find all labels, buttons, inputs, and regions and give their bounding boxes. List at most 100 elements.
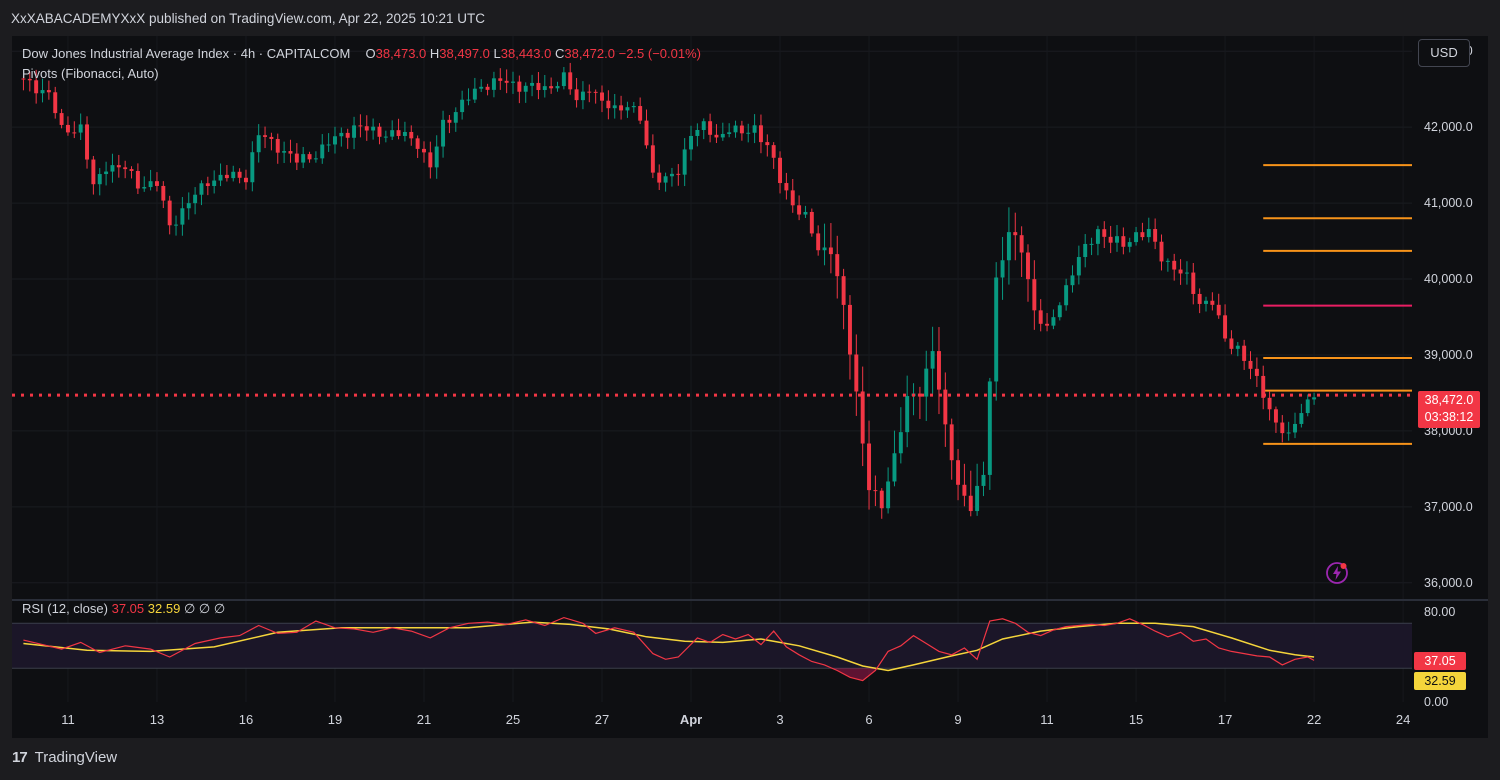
candle-body: [536, 82, 541, 91]
candle-body: [313, 158, 318, 160]
candle-body: [396, 130, 401, 136]
candle-body: [415, 138, 420, 149]
rsi-oversold-fill: [811, 668, 914, 681]
candle-body: [1108, 236, 1113, 243]
candle-body: [466, 99, 471, 101]
candle-body: [797, 205, 802, 215]
candle-body: [854, 354, 859, 392]
candle-body: [1127, 242, 1132, 247]
candle-body: [937, 351, 941, 390]
candle-body: [193, 194, 198, 204]
candle-body: [631, 106, 636, 108]
candle-body: [180, 208, 185, 225]
candle-body: [778, 157, 782, 184]
candle-body: [612, 105, 617, 109]
candle-body: [1146, 229, 1151, 238]
candle-body: [307, 154, 312, 160]
candle-body: [886, 481, 891, 509]
footer-branding: 17 TradingView: [12, 749, 117, 766]
time-axis-label: 13: [150, 712, 164, 727]
time-axis-label: Apr: [680, 712, 702, 727]
candle-body: [377, 126, 382, 137]
rsi-axis-label: 80.00: [1424, 605, 1455, 619]
brand-name: TradingView: [34, 749, 118, 766]
candle-body: [224, 174, 229, 179]
candle-body: [1153, 229, 1158, 242]
last-price-tag: 38,472.0 03:38:12: [1418, 391, 1480, 428]
candle-body: [275, 138, 280, 153]
candle-body: [956, 460, 961, 485]
price-axis-label: 40,000.0: [1424, 272, 1473, 286]
candle-body: [390, 130, 395, 137]
candle-body: [1070, 275, 1075, 286]
candle-body: [549, 86, 554, 89]
candle-body: [1286, 432, 1291, 434]
time-axis-label: 21: [417, 712, 431, 727]
time-axis-label: 17: [1218, 712, 1232, 727]
candle-body: [104, 171, 109, 175]
candle-body: [110, 165, 115, 172]
price-chart[interactable]: 36,000.037,000.038,000.039,000.040,000.0…: [0, 0, 1500, 780]
lightning-bolt-icon[interactable]: [1325, 561, 1349, 585]
candle-body: [930, 351, 935, 369]
rsi-legend: RSI (12, close) 37.05 32.59 ∅ ∅ ∅: [22, 601, 225, 617]
candle-body: [593, 91, 598, 93]
candle-body: [256, 135, 261, 153]
candle-body: [250, 152, 255, 183]
candle-body: [161, 185, 166, 201]
price-axis-label: 41,000.0: [1424, 196, 1473, 210]
rsi-value-tag: 37.05: [1414, 652, 1466, 670]
price-axis-label: 36,000.0: [1424, 576, 1473, 590]
time-axis-label: 16: [239, 712, 253, 727]
candle-body: [1051, 317, 1056, 326]
candle-body: [727, 132, 732, 134]
candle-body: [453, 112, 458, 123]
high-value: 38,497.0: [439, 46, 490, 61]
candle-body: [847, 304, 852, 355]
candle-body: [129, 169, 134, 171]
candle-body: [1204, 300, 1208, 304]
candle-body: [975, 485, 980, 512]
candle-body: [1248, 360, 1253, 369]
candle-body: [1000, 260, 1005, 278]
candle-body: [212, 180, 217, 187]
candle-body: [867, 443, 872, 491]
candle-body: [580, 91, 585, 101]
candle-body: [1178, 269, 1183, 274]
candle-body: [828, 247, 833, 255]
symbol-title[interactable]: Dow Jones Industrial Average Index · 4h …: [22, 46, 350, 61]
candle-body: [898, 432, 903, 454]
candle-body: [949, 424, 954, 461]
candle-body: [663, 176, 668, 183]
rsi-axis-label: 0.00: [1424, 695, 1448, 709]
candle-body: [860, 391, 865, 444]
rsi-legend-value: 37.05: [111, 601, 145, 616]
time-axis-label: 22: [1307, 712, 1321, 727]
candle-body: [835, 254, 840, 277]
candle-body: [790, 190, 795, 206]
candle-body: [1223, 315, 1228, 339]
candle-body: [822, 247, 827, 251]
candle-body: [72, 132, 77, 134]
rsi-extra-values: ∅ ∅ ∅: [183, 601, 226, 616]
candle-body: [676, 173, 681, 175]
candle-body: [333, 136, 337, 145]
time-axis-label: 19: [328, 712, 342, 727]
candle-body: [199, 183, 204, 195]
candle-body: [892, 453, 897, 482]
indicator-label[interactable]: Pivots (Fibonacci, Auto): [22, 66, 159, 81]
candle-body: [619, 105, 624, 111]
candle-body: [472, 88, 477, 100]
currency-button[interactable]: USD: [1418, 39, 1470, 67]
low-value: 38,443.0: [500, 46, 552, 61]
candle-body: [1134, 232, 1139, 243]
rsi-name[interactable]: RSI (12, close): [22, 601, 108, 616]
candle-body: [1273, 409, 1278, 423]
time-axis-label: 3: [776, 712, 783, 727]
candle-body: [263, 135, 268, 137]
candle-body: [638, 106, 643, 121]
candle-body: [1057, 305, 1062, 318]
candle-body: [1305, 399, 1310, 414]
candle-body: [771, 145, 776, 158]
candle-body: [65, 124, 70, 133]
